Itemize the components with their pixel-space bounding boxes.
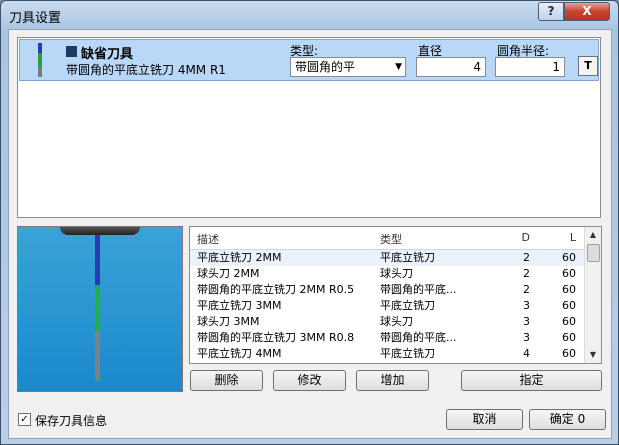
row-l: 60 (562, 315, 576, 328)
table-row[interactable]: 球头刀 3MM 球头刀 3 60 (190, 314, 586, 330)
row-type: 平底立铣刀 (380, 251, 435, 264)
cancel-button[interactable]: 取消 (446, 409, 523, 430)
tool-thumbnail-icon (37, 43, 43, 77)
table-row[interactable]: 带圆角的平底立铣刀 2MM R0.5 带圆角的平底... 2 60 (190, 282, 586, 298)
window-title: 刀具设置 (9, 11, 62, 26)
close-button[interactable]: X (564, 2, 610, 21)
tool-flute (95, 285, 100, 331)
tool-shank (95, 235, 100, 285)
assign-button[interactable]: 指定 (461, 370, 602, 391)
row-type: 球头刀 (380, 315, 413, 328)
row-type: 球头刀 (380, 267, 413, 280)
diameter-field[interactable]: 4 (416, 57, 486, 77)
tool-tip (95, 331, 100, 381)
table-row[interactable]: 带圆角的平底立铣刀 3MM R0.8 带圆角的平底... 3 60 (190, 330, 586, 346)
table-row[interactable]: 球头刀 2MM 球头刀 2 60 (190, 266, 586, 282)
scroll-thumb[interactable] (587, 244, 600, 262)
column-header-description[interactable]: 描述 (197, 231, 377, 247)
type-select-value: 带圆角的平 (295, 60, 356, 74)
row-d: 3 (523, 299, 530, 312)
current-tool-panel: 缺省刀具 带圆角的平底立铣刀 4MM R1 类型: 带圆角的平 ▼ 直径 4 圆… (17, 37, 601, 218)
row-description: 球头刀 2MM (197, 267, 260, 280)
scroll-up-icon[interactable]: ▲ (585, 227, 601, 243)
row-description: 带圆角的平底立铣刀 2MM R0.5 (197, 283, 355, 296)
column-header-type[interactable]: 类型 (380, 231, 500, 247)
tool-properties-icon[interactable]: T (578, 56, 598, 76)
row-l: 60 (562, 347, 576, 360)
corner-radius-field[interactable]: 1 (495, 57, 565, 77)
tool-holder (60, 227, 140, 235)
row-type: 带圆角的平底... (380, 283, 457, 296)
row-d: 4 (523, 347, 530, 360)
row-l: 60 (562, 251, 576, 264)
row-l: 60 (562, 299, 576, 312)
list-header: 描述 类型 D L (190, 227, 586, 250)
thumbnail-tip (38, 67, 42, 77)
scroll-down-icon[interactable]: ▼ (585, 347, 601, 363)
dialog-window: 刀具设置 ? X 缺省刀具 带圆角的平底立铣刀 4MM R1 类型: 带圆角的平… (0, 0, 619, 445)
row-l: 60 (562, 331, 576, 344)
row-d: 3 (523, 331, 530, 344)
table-row[interactable]: 平底立铣刀 4MM 平底立铣刀 4 60 (190, 346, 586, 362)
row-d: 2 (523, 251, 530, 264)
list-scrollbar[interactable]: ▲ ▼ (584, 227, 601, 363)
thumbnail-shank (38, 43, 42, 53)
list-rows: 平底立铣刀 2MM 平底立铣刀 2 60 球头刀 2MM 球头刀 2 60 带圆… (190, 250, 586, 362)
chevron-down-icon: ▼ (395, 62, 402, 72)
column-header-d[interactable]: D (506, 231, 530, 244)
row-description: 平底立铣刀 3MM (197, 299, 282, 312)
row-description: 平底立铣刀 2MM (197, 251, 282, 264)
tool-description: 带圆角的平底立铣刀 4MM R1 (66, 63, 226, 77)
ok-button[interactable]: 确定 0 (529, 409, 606, 430)
row-d: 2 (523, 283, 530, 296)
table-row[interactable]: 平底立铣刀 3MM 平底立铣刀 3 60 (190, 298, 586, 314)
row-description: 带圆角的平底立铣刀 3MM R0.8 (197, 331, 355, 344)
tool-preview (17, 226, 183, 392)
row-type: 平底立铣刀 (380, 299, 435, 312)
dialog-client-area: 缺省刀具 带圆角的平底立铣刀 4MM R1 类型: 带圆角的平 ▼ 直径 4 圆… (8, 29, 612, 439)
current-tool-row[interactable]: 缺省刀具 带圆角的平底立铣刀 4MM R1 类型: 带圆角的平 ▼ 直径 4 圆… (19, 39, 599, 81)
row-l: 60 (562, 267, 576, 280)
row-l: 60 (562, 283, 576, 296)
thumbnail-flute (38, 53, 42, 67)
delete-button[interactable]: 删除 (190, 370, 263, 391)
row-description: 平底立铣刀 4MM (197, 347, 282, 360)
row-d: 3 (523, 315, 530, 328)
type-select[interactable]: 带圆角的平 ▼ (290, 57, 406, 77)
help-button[interactable]: ? (538, 2, 564, 21)
table-row[interactable]: 平底立铣刀 2MM 平底立铣刀 2 60 (190, 250, 586, 266)
modify-button[interactable]: 修改 (273, 370, 346, 391)
save-tool-info-checkbox[interactable]: ✓ (18, 413, 31, 426)
row-type: 平底立铣刀 (380, 347, 435, 360)
row-type: 带圆角的平底... (380, 331, 457, 344)
row-description: 球头刀 3MM (197, 315, 260, 328)
title-bar[interactable]: 刀具设置 ? X (1, 1, 618, 29)
add-button[interactable]: 增加 (356, 370, 429, 391)
tool-library-list[interactable]: 描述 类型 D L 平底立铣刀 2MM 平底立铣刀 2 60 球头刀 2MM 球… (189, 226, 602, 364)
tool-color-swatch (66, 46, 77, 57)
save-tool-info-label: 保存刀具信息 (35, 414, 108, 428)
column-header-l[interactable]: L (540, 231, 576, 244)
tool-name: 缺省刀具 (81, 47, 134, 62)
row-d: 2 (523, 267, 530, 280)
